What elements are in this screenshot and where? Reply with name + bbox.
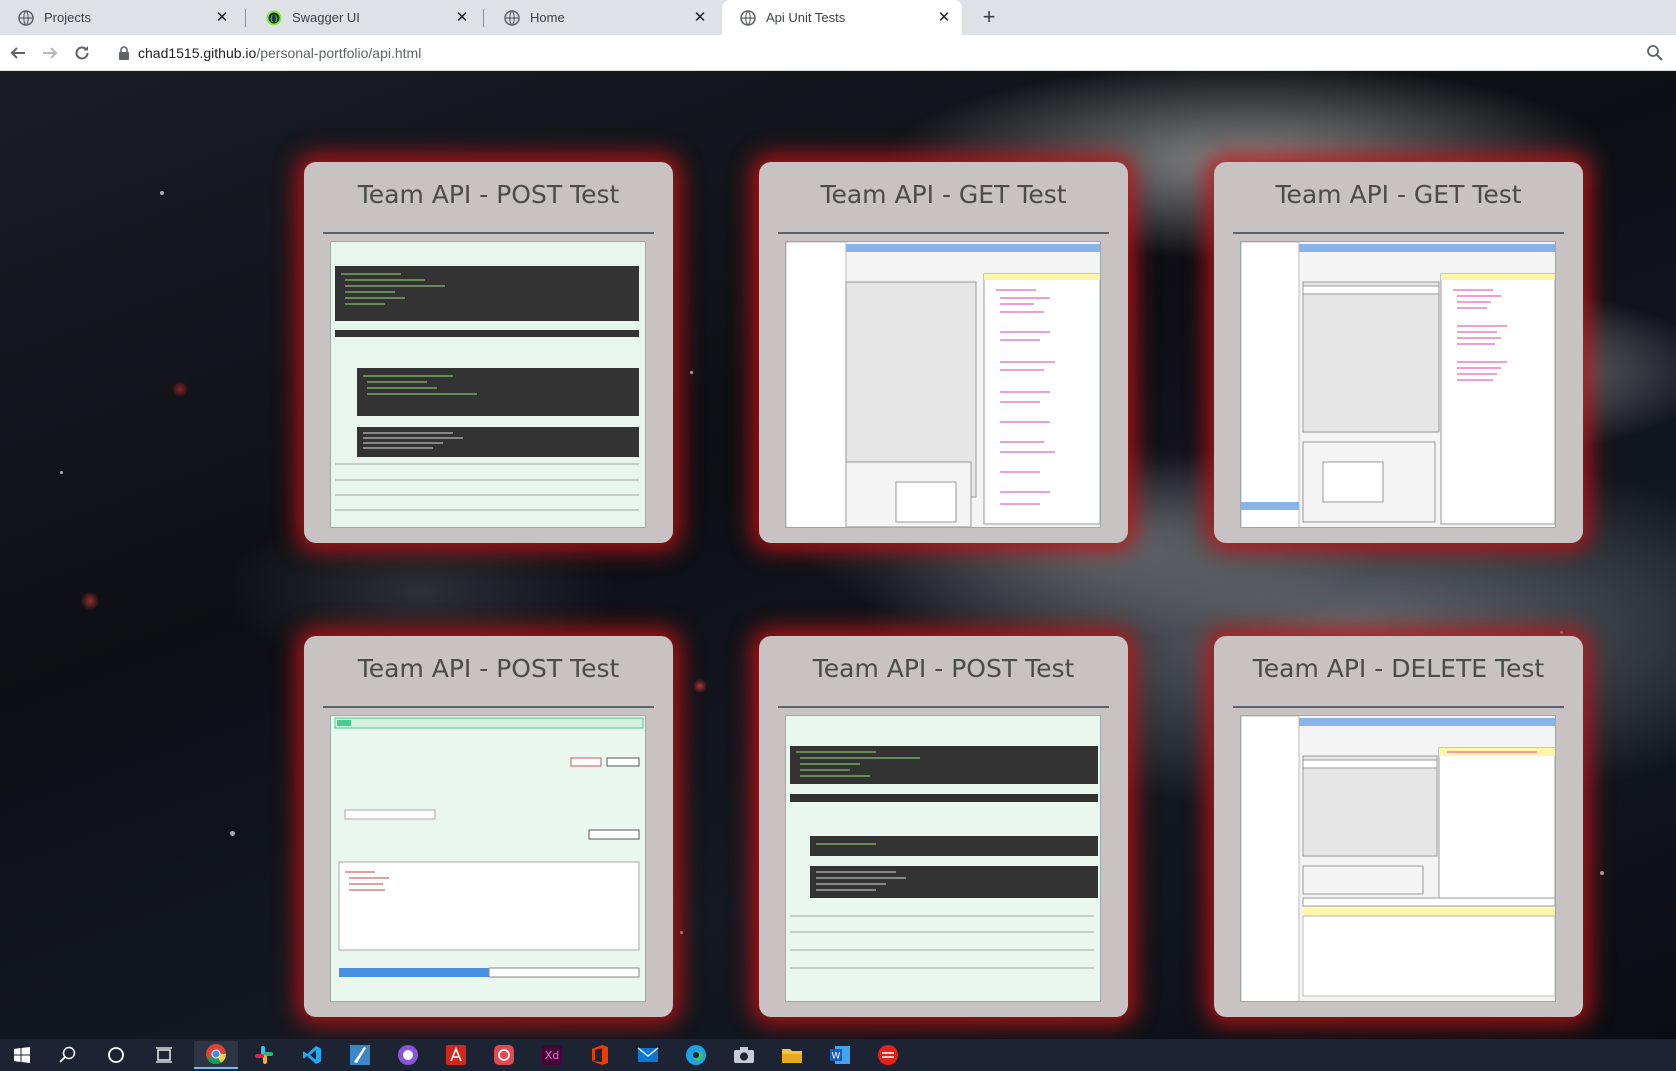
chrome-icon[interactable] (194, 1041, 238, 1069)
api-test-card[interactable]: Team API - POST Test (304, 162, 673, 543)
reload-icon (75, 46, 89, 60)
reload-button[interactable] (70, 41, 94, 65)
tab-swagger-ui[interactable]: {} Swagger UI ✕ (248, 0, 480, 35)
tab-divider (483, 9, 484, 27)
soapui-delete-image (1241, 716, 1555, 1001)
background-speck (160, 191, 164, 195)
arrow-right-icon (43, 47, 58, 59)
tab-title: Api Unit Tests (766, 10, 846, 25)
background-speck (60, 471, 63, 474)
close-icon[interactable]: ✕ (454, 9, 470, 26)
test-screenshot[interactable] (330, 715, 646, 1002)
vscode-icon[interactable] (290, 1041, 334, 1069)
creative-cloud-icon[interactable] (482, 1041, 526, 1069)
background-speck (690, 371, 693, 374)
arrow-left-icon (10, 47, 25, 59)
test-screenshot[interactable] (785, 715, 1101, 1002)
lock-icon (119, 46, 129, 60)
soapui-get-response-image (786, 242, 1100, 527)
forward-button[interactable] (38, 41, 62, 65)
tab-divider (245, 9, 246, 27)
krita-icon[interactable] (338, 1041, 382, 1069)
tab-title: Home (530, 10, 565, 25)
card-title: Team API - POST Test (357, 654, 620, 683)
api-test-card[interactable]: Team API - GET Test (1214, 162, 1583, 543)
svg-text:W: W (832, 1052, 841, 1062)
test-screenshot[interactable] (1240, 715, 1556, 1002)
test-screenshot[interactable] (1240, 241, 1556, 528)
card-title: Team API - GET Test (820, 180, 1067, 209)
slack-icon[interactable] (242, 1041, 286, 1069)
task-view-icon[interactable] (142, 1041, 186, 1069)
browser-tab-strip: Projects ✕ {} Swagger UI ✕ Home ✕ Api Un… (0, 0, 1676, 35)
url-path: /personal-portfolio/api.html (256, 45, 422, 61)
svg-text:{}: {} (270, 15, 279, 23)
close-icon[interactable]: ✕ (936, 9, 952, 26)
windows-taskbar: Xd W (0, 1039, 1676, 1071)
card-divider (778, 232, 1109, 234)
word-icon[interactable]: W (818, 1041, 862, 1069)
soapui-get-by-id-image (1241, 242, 1555, 527)
swagger-post-curl-image (786, 716, 1100, 1001)
browser-toolbar: chad1515.github.io/personal-portfolio/ap… (0, 35, 1676, 71)
background-speck (1560, 631, 1563, 634)
globe-icon (504, 9, 520, 26)
github-desktop-icon[interactable] (386, 1041, 430, 1069)
zoom-icon[interactable] (1646, 44, 1664, 62)
tab-api-unit-tests[interactable]: Api Unit Tests ✕ (722, 0, 962, 35)
card-divider (1233, 232, 1564, 234)
address-bar[interactable]: chad1515.github.io/personal-portfolio/ap… (110, 39, 1663, 67)
api-test-card[interactable]: Team API - POST Test (304, 636, 673, 1017)
tab-title: Projects (44, 10, 91, 25)
api-test-card[interactable]: Team API - DELETE Test (1214, 636, 1583, 1017)
back-button[interactable] (6, 41, 30, 65)
background-speck (1600, 871, 1604, 875)
background-speck (680, 931, 683, 934)
swagger-icon: {} (266, 10, 282, 25)
tiger-app-icon[interactable] (866, 1041, 910, 1069)
card-divider (323, 232, 654, 234)
url-host: chad1515.github.io (138, 45, 257, 61)
windows-start-icon[interactable] (0, 1041, 44, 1069)
acrobat-icon[interactable] (434, 1041, 478, 1069)
page-content: Team API - POST Test Team API - GET Test (0, 71, 1676, 1039)
edge-icon[interactable] (674, 1041, 718, 1069)
globe-icon (18, 9, 34, 26)
swagger-post-request-image (331, 716, 645, 1001)
tab-home[interactable]: Home ✕ (486, 0, 718, 35)
camera-icon[interactable] (722, 1041, 766, 1069)
card-divider (323, 706, 654, 708)
mail-icon[interactable] (626, 1041, 670, 1069)
api-test-card[interactable]: Team API - POST Test (759, 636, 1128, 1017)
card-divider (1233, 706, 1564, 708)
card-title: Team API - POST Test (357, 180, 620, 209)
office-icon[interactable] (578, 1041, 622, 1069)
search-icon[interactable] (46, 1041, 90, 1069)
file-explorer-icon[interactable] (770, 1041, 814, 1069)
svg-text:Xd: Xd (545, 1049, 560, 1062)
cortana-icon[interactable] (94, 1041, 138, 1069)
api-test-card[interactable]: Team API - GET Test (759, 162, 1128, 543)
swagger-post-response-image (331, 242, 645, 527)
test-screenshot[interactable] (785, 241, 1101, 528)
card-title: Team API - GET Test (1275, 180, 1522, 209)
adobe-xd-icon[interactable]: Xd (530, 1041, 574, 1069)
card-divider (778, 706, 1109, 708)
card-title: Team API - POST Test (812, 654, 1075, 683)
card-title: Team API - DELETE Test (1252, 654, 1545, 683)
close-icon[interactable]: ✕ (692, 9, 708, 26)
tab-projects[interactable]: Projects ✕ (0, 0, 240, 35)
background-speck (230, 831, 235, 836)
tab-title: Swagger UI (292, 10, 360, 25)
new-tab-button[interactable]: + (975, 4, 1003, 32)
close-icon[interactable]: ✕ (214, 9, 230, 26)
globe-icon (740, 9, 756, 26)
test-screenshot[interactable] (330, 241, 646, 528)
